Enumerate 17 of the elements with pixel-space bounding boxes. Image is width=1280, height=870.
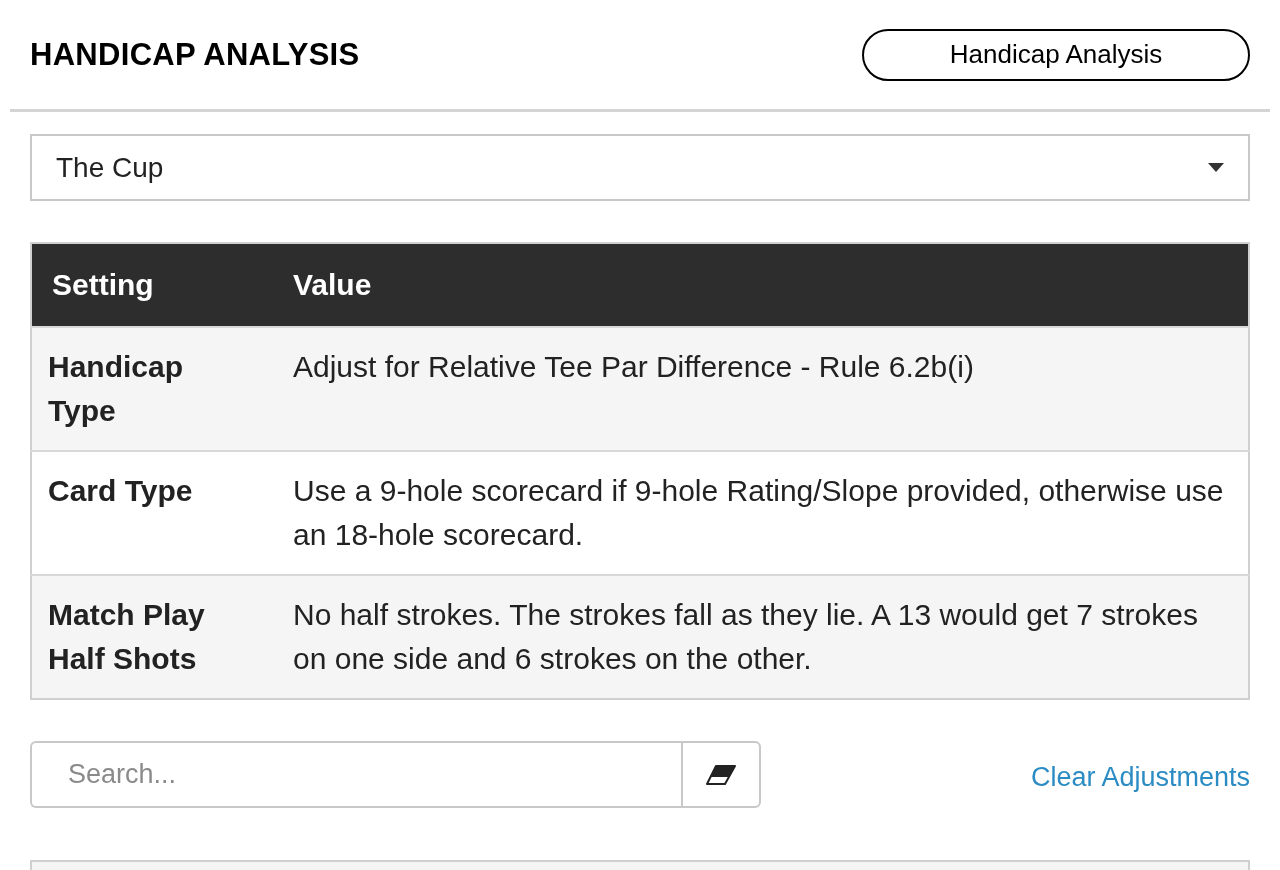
setting-cell: Match Play Half Shots (31, 575, 275, 699)
value-cell: Adjust for Relative Tee Par Difference - Rule 6.2b(i) (275, 327, 1249, 451)
column-header: Value (275, 243, 1249, 327)
setting-cell: Handicap Type (31, 327, 275, 451)
select-value: The Cup (56, 151, 164, 184)
competition-select[interactable]: The Cup (30, 134, 1250, 201)
caret-icon (1208, 163, 1224, 172)
setting-cell: Card Type (31, 451, 275, 575)
search-field[interactable]: Search... (30, 741, 681, 808)
value-cell: Use a 9-hole scorecard if 9-hole Rating/Slope provided, otherwise use an 18-hole scorecard. (275, 451, 1249, 575)
handicap-analysis-button[interactable]: Handicap Analysis (862, 28, 1250, 81)
page-title: HANDICAP ANALYSIS (30, 36, 360, 73)
eraser-icon (706, 764, 736, 785)
column-header: Setting (31, 243, 275, 327)
value-cell: No half strokes. The strokes fall as they lie. A 13 would get 7 strokes on one side and 6 strokes on the other. (275, 575, 1249, 699)
clear-adjustments-link[interactable]: Clear Adjustments (1030, 762, 1250, 793)
clear-search-button[interactable] (681, 741, 761, 808)
